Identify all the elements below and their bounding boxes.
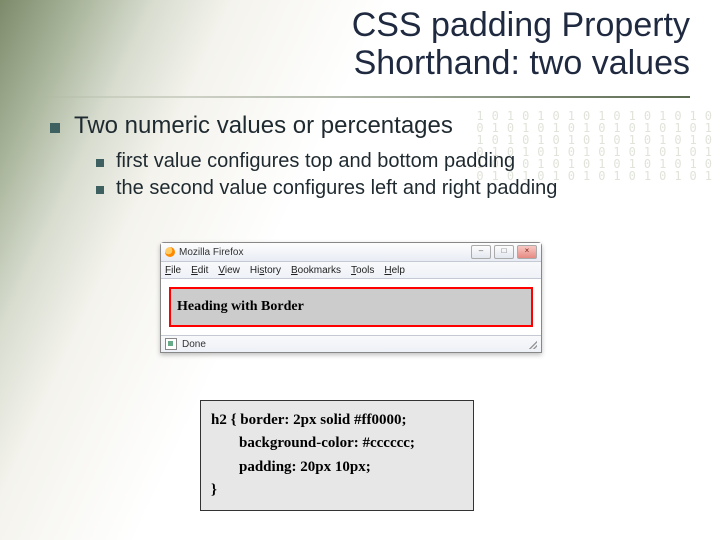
title-line-2: Shorthand: two values xyxy=(354,44,690,82)
bullet-square-icon xyxy=(96,186,104,194)
title-line-1: CSS padding Property xyxy=(352,6,690,44)
bullet-text: first value configures top and bottom pa… xyxy=(116,150,515,173)
resize-grip-icon xyxy=(527,339,537,349)
browser-viewport: Heading with Border xyxy=(161,279,541,335)
bullet-text: the second value configures left and rig… xyxy=(116,177,557,200)
menu-view[interactable]: View xyxy=(218,265,240,276)
code-line: padding: 20px 10px; xyxy=(211,456,463,479)
bullet-text: Two numeric values or percentages xyxy=(74,112,453,140)
slide-title: CSS padding Property Shorthand: two valu… xyxy=(200,6,690,82)
close-button[interactable]: × xyxy=(517,245,537,259)
menubar: File Edit View History Bookmarks Tools H… xyxy=(161,262,541,279)
window-title: Mozilla Firefox xyxy=(179,247,243,258)
maximize-button[interactable]: □ xyxy=(494,245,514,259)
code-line: } xyxy=(211,482,217,498)
titlebar: Mozilla Firefox – □ × xyxy=(161,243,541,262)
menu-edit[interactable]: Edit xyxy=(191,265,208,276)
minimize-button[interactable]: – xyxy=(471,245,491,259)
menu-history[interactable]: History xyxy=(250,265,281,276)
bullet-square-icon xyxy=(50,123,60,133)
firefox-icon xyxy=(165,247,175,257)
slide-body: Two numeric values or percentages first … xyxy=(50,112,700,204)
menu-tools[interactable]: Tools xyxy=(351,265,374,276)
menu-help[interactable]: Help xyxy=(384,265,405,276)
firefox-window: Mozilla Firefox – □ × File Edit View His… xyxy=(160,242,542,353)
status-icon xyxy=(165,338,177,350)
menu-file[interactable]: File xyxy=(165,265,181,276)
bullet-level-2: first value configures top and bottom pa… xyxy=(96,150,700,173)
slide: 1010101010101010 0101010101010101 101010… xyxy=(0,0,720,540)
code-line: background-color: #cccccc; xyxy=(211,432,463,455)
bullet-level-2: the second value configures left and rig… xyxy=(96,177,700,200)
statusbar: Done xyxy=(161,335,541,352)
status-text: Done xyxy=(182,339,206,350)
bullet-square-icon xyxy=(96,159,104,167)
window-buttons: – □ × xyxy=(471,245,537,259)
menu-bookmarks[interactable]: Bookmarks xyxy=(291,265,341,276)
css-code-block: h2 { border: 2px solid #ff0000; backgrou… xyxy=(200,400,474,511)
code-line: h2 { border: 2px solid #ff0000; xyxy=(211,412,407,428)
rendered-heading: Heading with Border xyxy=(169,287,533,327)
title-underline xyxy=(40,96,690,98)
bullet-level-1: Two numeric values or percentages xyxy=(50,112,700,140)
